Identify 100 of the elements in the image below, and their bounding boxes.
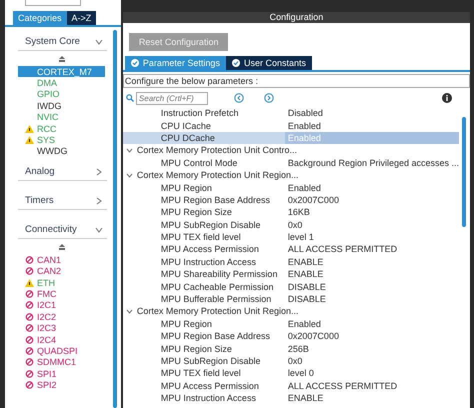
- peripheral-item[interactable]: CAN2: [18, 266, 105, 277]
- parameter-name[interactable]: MPU Instruction Access: [122, 256, 285, 267]
- parameter-name[interactable]: MPU Access Permission: [122, 244, 285, 254]
- parameter-name[interactable]: Instruction Prefetch: [122, 108, 285, 118]
- parameter-value[interactable]: ENABLE: [284, 268, 459, 280]
- forbidden-icon: [25, 324, 34, 332]
- parameter-row[interactable]: MPU Control Mode Background Region Privileged accesses ...: [122, 156, 459, 169]
- category-header[interactable]: Connectivity: [18, 215, 107, 240]
- parameter-value[interactable]: Enabled: [284, 318, 459, 330]
- peripheral-item[interactable]: CORTEX_M7: [18, 66, 105, 78]
- parameter-name[interactable]: MPU Region Base Address: [122, 331, 285, 342]
- scrollbar[interactable]: [112, 30, 117, 408]
- parameter-row[interactable]: Instruction Prefetch Disabled: [122, 107, 459, 120]
- parameter-group[interactable]: Cortex Memory Protection Unit Region...: [122, 305, 459, 318]
- peripheral-item[interactable]: CAN1: [18, 254, 105, 266]
- parameter-name[interactable]: MPU Access Permission: [122, 380, 285, 391]
- parameter-row[interactable]: CPU ICache Enabled: [122, 119, 459, 132]
- parameter-name[interactable]: MPU Region: [122, 182, 285, 193]
- parameter-row[interactable]: MPU TEX field level level 0: [122, 367, 459, 380]
- peripheral-item[interactable]: SPI1: [18, 368, 105, 380]
- parameter-row[interactable]: MPU Instruction Access ENABLE: [122, 392, 459, 404]
- parameter-name[interactable]: CPU DCache: [122, 132, 285, 143]
- parameter-value[interactable]: DISABLE: [284, 280, 459, 293]
- parameter-row[interactable]: CPU DCache Enabled: [122, 132, 459, 144]
- parameter-group[interactable]: Cortex Memory Protection Unit Region...: [122, 168, 459, 182]
- parameter-value[interactable]: level 1: [284, 230, 459, 244]
- settings-tab[interactable]: User Constants: [226, 56, 312, 70]
- peripheral-item[interactable]: SDMMC1: [18, 356, 105, 368]
- parameter-row[interactable]: MPU Instruction Access ENABLE: [122, 256, 459, 268]
- category-tab[interactable]: A->Z: [66, 11, 96, 25]
- parameter-row[interactable]: MPU Access Permission ALL ACCESS PERMITTED: [122, 380, 459, 392]
- parameter-row[interactable]: MPU SubRegion Disable 0x0: [122, 354, 459, 368]
- category-header[interactable]: Timers: [18, 186, 107, 210]
- parameter-value[interactable]: 0x0: [284, 218, 459, 231]
- parameter-name[interactable]: MPU Region Size: [122, 207, 285, 218]
- peripheral-item[interactable]: I2C3: [18, 322, 105, 334]
- parameter-row[interactable]: MPU Region Size 16KB: [122, 206, 459, 219]
- parameter-row[interactable]: MPU Cacheable Permission DISABLE: [122, 280, 459, 293]
- parameter-row[interactable]: MPU Region Base Address 0x2007C000: [122, 194, 459, 206]
- parameter-row[interactable]: MPU SubRegion Disable 0x0: [122, 218, 459, 231]
- peripheral-item[interactable]: SPI2: [18, 379, 105, 391]
- parameter-value[interactable]: 0x0: [284, 354, 459, 368]
- parameter-value[interactable]: DISABLE: [284, 292, 459, 306]
- parameter-name[interactable]: CPU ICache: [122, 120, 285, 131]
- parameter-name[interactable]: MPU SubRegion Disable: [122, 356, 285, 366]
- category-header[interactable]: Analog: [18, 157, 107, 182]
- parameter-value[interactable]: ALL ACCESS PERMITTED: [284, 243, 459, 256]
- previous-icon[interactable]: [234, 93, 244, 103]
- parameter-name[interactable]: MPU Control Mode: [122, 158, 285, 168]
- search-field[interactable]: Search (Crtl+F): [136, 92, 208, 104]
- parameter-value[interactable]: Background Region Privileged accesses ...: [284, 156, 459, 169]
- parameter-name[interactable]: MPU Shareability Permission: [122, 269, 285, 280]
- parameter-name[interactable]: MPU Region Base Address: [122, 194, 285, 205]
- parameter-value[interactable]: 16KB: [284, 206, 459, 219]
- sort-icon[interactable]: [59, 244, 66, 250]
- sort-icon[interactable]: [59, 56, 66, 62]
- parameter-row[interactable]: MPU Region Size 256B: [122, 342, 459, 355]
- peripheral-item[interactable]: IWDG: [18, 100, 105, 112]
- parameter-name[interactable]: MPU Bufferable Permission: [122, 294, 285, 304]
- parameter-name[interactable]: MPU SubRegion Disable: [122, 220, 285, 230]
- settings-tab[interactable]: Parameter Settings: [124, 56, 226, 70]
- peripheral-item[interactable]: QUADSPI: [18, 345, 105, 357]
- forbidden-icon: [25, 346, 34, 355]
- parameter-value[interactable]: Enabled: [284, 181, 459, 194]
- parameter-value[interactable]: level 0: [284, 367, 459, 380]
- parameter-value[interactable]: Disabled: [284, 107, 459, 120]
- forbidden-icon: [25, 312, 34, 321]
- scrollbar[interactable]: [462, 117, 466, 227]
- peripheral-item[interactable]: I2C2: [18, 311, 105, 322]
- parameter-group[interactable]: Cortex Memory Protection Unit Contro...: [122, 144, 459, 157]
- parameter-value[interactable]: ENABLE: [284, 256, 459, 268]
- parameter-value[interactable]: Enabled: [284, 119, 459, 132]
- next-icon[interactable]: [264, 93, 274, 103]
- parameter-value[interactable]: ALL ACCESS PERMITTED: [284, 380, 459, 392]
- parameter-name[interactable]: MPU Region: [122, 318, 285, 329]
- peripheral-item[interactable]: WWDG: [18, 146, 105, 158]
- parameter-row[interactable]: MPU Shareability Permission ENABLE: [122, 268, 459, 280]
- parameter-name[interactable]: MPU TEX field level: [122, 232, 285, 242]
- parameter-name[interactable]: MPU TEX field level: [122, 368, 285, 378]
- category-tab[interactable]: Categories: [13, 11, 67, 25]
- parameter-value[interactable]: ENABLE: [284, 392, 459, 404]
- parameter-name[interactable]: MPU Region Size: [122, 344, 285, 354]
- peripheral-item[interactable]: FMC: [18, 288, 105, 300]
- parameter-row[interactable]: MPU Region Enabled: [122, 181, 459, 194]
- parameter-row[interactable]: MPU Region Base Address 0x2007C000: [122, 330, 459, 342]
- parameter-value[interactable]: 0x2007C000: [284, 330, 459, 342]
- parameter-row[interactable]: MPU Region Enabled: [122, 318, 459, 330]
- parameter-value[interactable]: 0x2007C000: [284, 194, 459, 206]
- parameter-row[interactable]: MPU TEX field level level 1: [122, 230, 459, 244]
- parameter-name[interactable]: MPU Instruction Access: [122, 393, 285, 404]
- parameter-row[interactable]: MPU Bufferable Permission DISABLE: [122, 292, 459, 306]
- parameter-value[interactable]: 256B: [284, 342, 459, 355]
- peripheral-item[interactable]: I2C4: [18, 334, 105, 346]
- forbidden-icon: [25, 290, 34, 298]
- info-icon[interactable]: [442, 93, 452, 103]
- category-header[interactable]: System Core: [18, 27, 107, 51]
- parameter-row[interactable]: MPU Access Permission ALL ACCESS PERMITTED: [122, 243, 459, 256]
- search-field[interactable]: [25, 0, 81, 6]
- parameter-name[interactable]: MPU Cacheable Permission: [122, 282, 285, 292]
- peripheral-item[interactable]: I2C1: [18, 300, 105, 312]
